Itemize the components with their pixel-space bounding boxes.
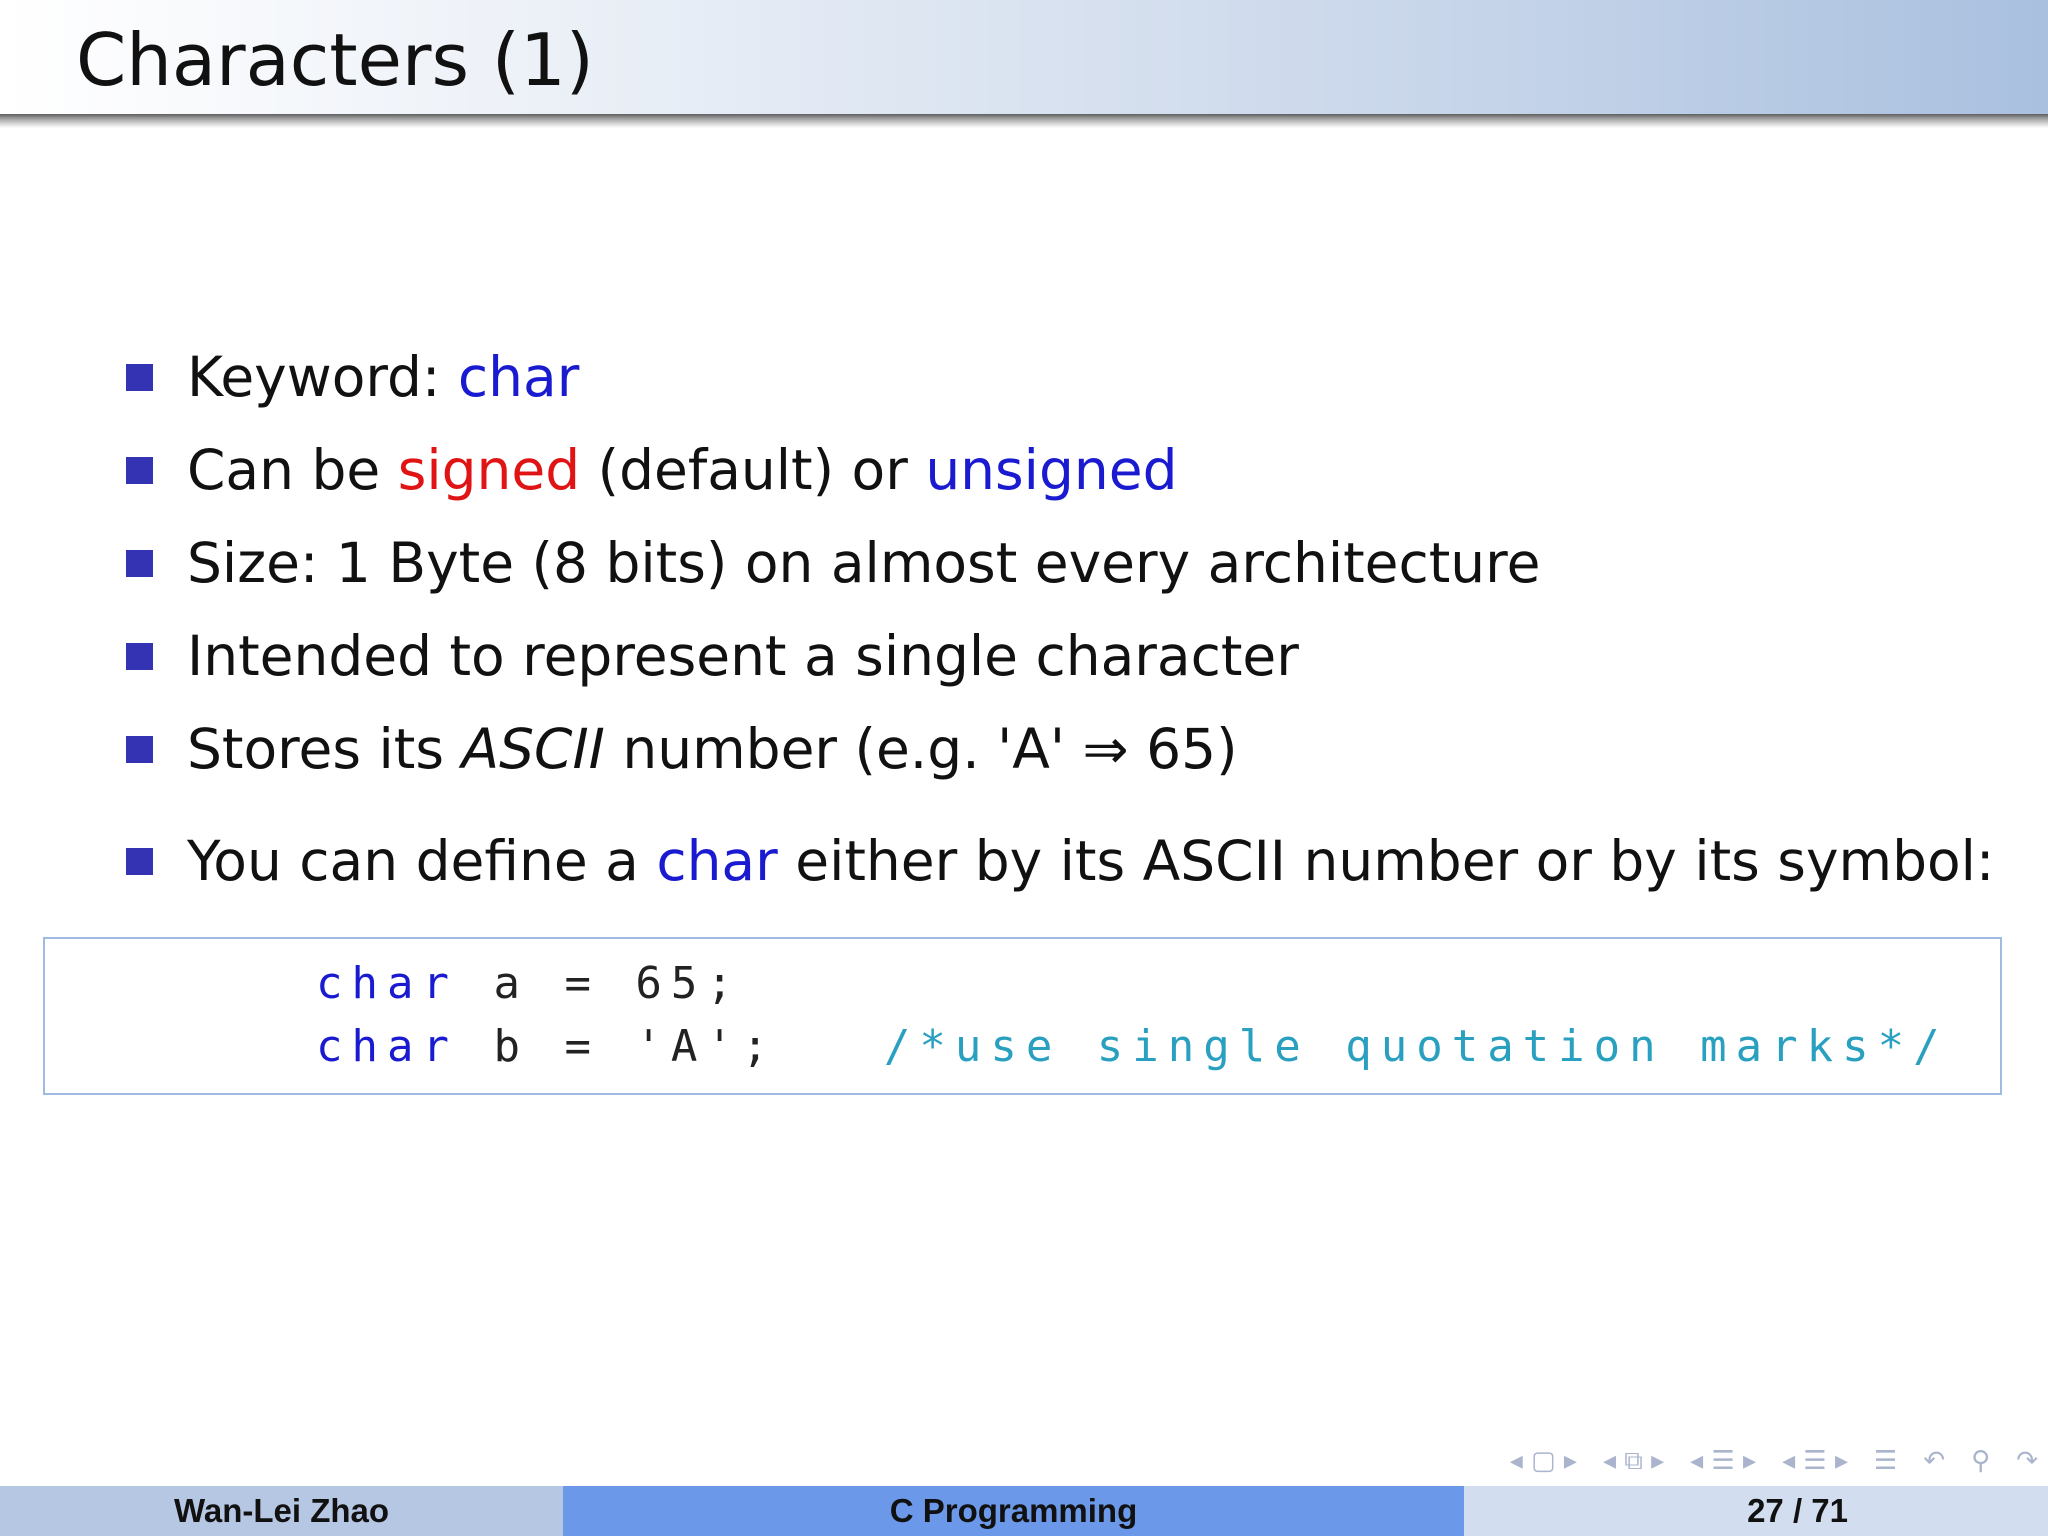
bullet-text: number (e.g. 'A' ⇒ 65): [604, 717, 1238, 781]
code-text: b = 'A';: [457, 1020, 884, 1072]
bullet-ascii: Stores its ASCII number (e.g. 'A' ⇒ 65): [126, 714, 1238, 784]
bullet-square-icon: [126, 456, 153, 484]
keyword-char: char: [457, 345, 580, 409]
undo-icon[interactable]: ↶: [1923, 1446, 1945, 1476]
keyword-char: char: [656, 829, 778, 893]
nav-section-group[interactable]: ◂ ☰ ▸: [1690, 1446, 1756, 1476]
code-keyword: char: [316, 957, 458, 1009]
bullet-text: You can define a: [187, 829, 657, 893]
footer-bar: Wan-Lei Zhao C Programming 27 / 71: [0, 1486, 2048, 1536]
footer-page-number: 27 / 71: [1464, 1486, 2048, 1536]
code-keyword: char: [316, 1020, 458, 1072]
bullet-text: Stores its: [187, 717, 462, 781]
keyword-signed: signed: [397, 438, 581, 502]
nav-frame-group[interactable]: ◂ ▢ ▸: [1510, 1446, 1577, 1476]
title-bar-shadow: [0, 114, 2048, 128]
bullet-text: either by its ASCII number or by its sym…: [777, 829, 1995, 893]
nav-subsection-group[interactable]: ◂ ⧉ ▸: [1603, 1446, 1664, 1477]
ascii-italic: ASCII: [461, 717, 605, 781]
code-text: a = 65;: [457, 957, 742, 1009]
nav-outline-group[interactable]: ◂ ☰ ▸: [1782, 1446, 1848, 1476]
search-icon[interactable]: ⚲: [1971, 1446, 1990, 1476]
appendix-icon[interactable]: ☰: [1874, 1446, 1897, 1476]
bullet-square-icon: [126, 363, 153, 391]
redo-icon[interactable]: ↷: [2016, 1446, 2038, 1476]
bullet-keyword: Keyword: char: [126, 342, 579, 412]
bullet-text: Size: 1 Byte (8 bits) on almost every ar…: [187, 531, 1541, 595]
footer-author: Wan-Lei Zhao: [0, 1486, 563, 1536]
bullet-square-icon: [126, 549, 153, 577]
bullet-text: Can be: [187, 438, 398, 502]
code-comment: /*use single quotation marks*/: [883, 1020, 1949, 1072]
bullet-square-icon: [126, 847, 153, 875]
bullet-text: Intended to represent a single character: [187, 624, 1299, 688]
footer-course: C Programming: [563, 1486, 1464, 1536]
bullet-size: Size: 1 Byte (8 bits) on almost every ar…: [126, 528, 1540, 598]
bullet-square-icon: [126, 642, 153, 670]
bullet-text: (default) or: [580, 438, 926, 502]
keyword-unsigned: unsigned: [925, 438, 1178, 502]
bullet-signedness: Can be signed (default) or unsigned: [126, 435, 1178, 505]
beamer-navigation: ◂ ▢ ▸ ◂ ⧉ ▸ ◂ ☰ ▸ ◂ ☰ ▸ ☰ ↶ ⚲ ↷: [1318, 1444, 2038, 1478]
code-line-1: char a = 65;: [316, 953, 742, 1013]
bullet-define: You can define a char either by its ASCI…: [126, 826, 1994, 896]
slide-title: Characters (1): [76, 18, 594, 102]
code-line-2: char b = 'A'; /*use single quotation mar…: [316, 1016, 1949, 1076]
bullet-square-icon: [126, 735, 153, 763]
bullet-purpose: Intended to represent a single character: [126, 621, 1299, 691]
bullet-text: Keyword:: [187, 345, 458, 409]
